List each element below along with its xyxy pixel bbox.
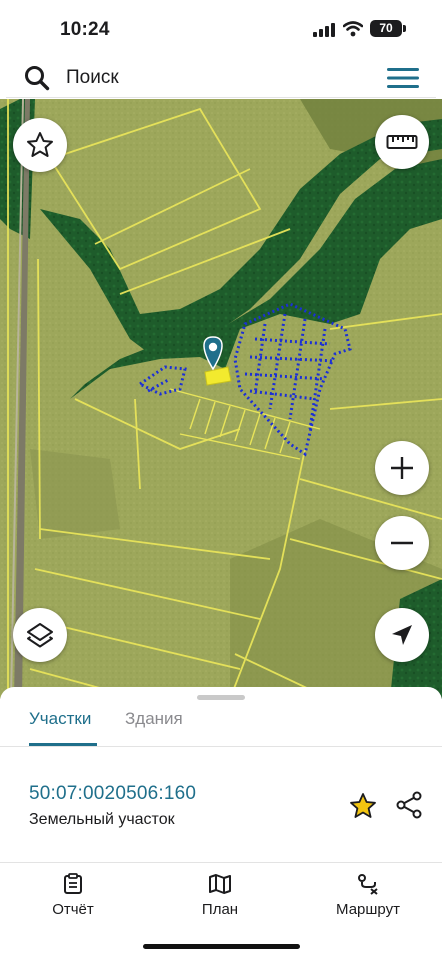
- divider: [0, 746, 442, 747]
- home-indicator[interactable]: [143, 944, 300, 949]
- battery-tip: [403, 25, 406, 32]
- sheet-grabber[interactable]: [197, 695, 245, 700]
- report-icon: [13, 873, 133, 895]
- search-bar[interactable]: Поиск: [6, 58, 436, 98]
- share-icon[interactable]: [394, 790, 424, 825]
- status-time: 10:24: [60, 19, 110, 40]
- nav-route-label: Маршрут: [336, 901, 400, 918]
- tree-belt: [30, 449, 120, 539]
- battery-icon: 70: [370, 20, 402, 37]
- menu-icon[interactable]: [387, 67, 419, 94]
- ruler-button[interactable]: [375, 115, 429, 169]
- navigation-arrow-icon: [389, 622, 415, 648]
- bottom-nav: Отчёт План Маршрут: [0, 863, 442, 933]
- star-icon: [25, 130, 55, 160]
- nav-route[interactable]: Маршрут: [308, 873, 428, 918]
- nav-plan-label: План: [201, 901, 239, 918]
- nav-plan[interactable]: План: [160, 873, 280, 918]
- plus-icon: [388, 454, 416, 482]
- search-icon[interactable]: [24, 65, 50, 96]
- route-icon: [308, 873, 428, 895]
- minus-icon: [388, 529, 416, 557]
- bottom-sheet[interactable]: Участки Здания 50:07:0020506:160 Земельн…: [0, 687, 442, 960]
- parcel-type: Земельный участок: [29, 811, 175, 828]
- nav-report[interactable]: Отчёт: [13, 873, 133, 918]
- tab-buildings[interactable]: Здания: [125, 709, 183, 729]
- layers-icon: [25, 620, 55, 650]
- cellular-signal-icon: [313, 23, 337, 42]
- zoom-out-button[interactable]: [375, 516, 429, 570]
- zoom-in-button[interactable]: [375, 441, 429, 495]
- ruler-icon: [386, 133, 418, 151]
- parcel-cadastral-number[interactable]: 50:07:0020506:160: [29, 783, 196, 805]
- nav-report-label: Отчёт: [52, 901, 94, 918]
- search-input[interactable]: Поиск: [66, 67, 119, 89]
- map-plan-icon: [160, 873, 280, 895]
- map-favorite-button[interactable]: [13, 118, 67, 172]
- wifi-icon: [342, 21, 364, 42]
- status-bar: 10:24 70: [0, 0, 442, 58]
- satellite-map[interactable]: [0, 99, 442, 699]
- layers-button[interactable]: [13, 608, 67, 662]
- locate-button[interactable]: [375, 608, 429, 662]
- tab-parcels[interactable]: Участки: [29, 709, 91, 729]
- star-icon[interactable]: [348, 791, 378, 826]
